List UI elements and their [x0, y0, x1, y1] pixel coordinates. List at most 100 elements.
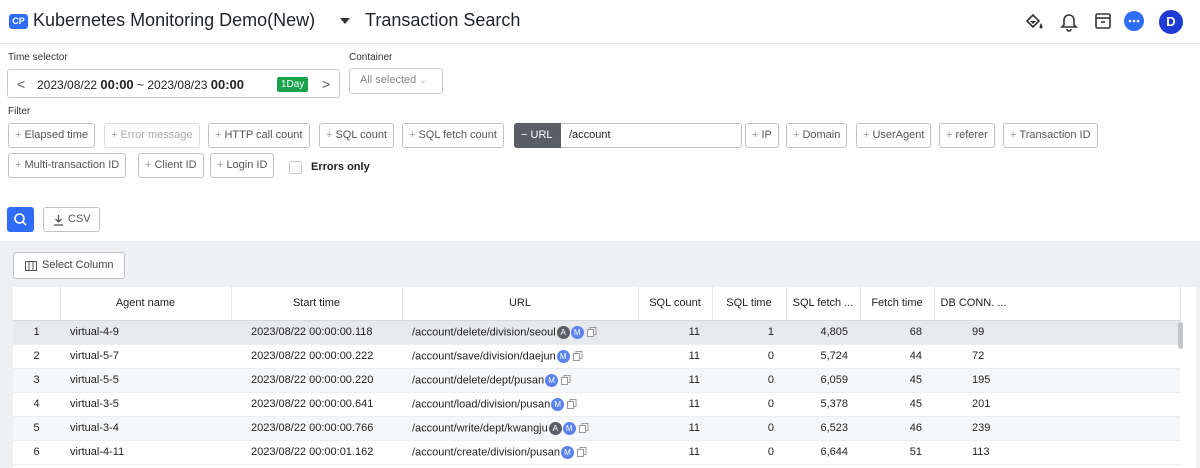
start-time-cell-text: 2023/08/22 00:00:00.220 — [251, 374, 374, 386]
column-header-db-conn[interactable]: DB CONN. ... — [934, 287, 1181, 321]
url-cell-text[interactable]: /account/delete/dept/pusan — [412, 374, 544, 386]
start-time-cell: 2023/08/22 00:00:00.641 — [231, 392, 402, 417]
range-badge[interactable]: 1Day — [277, 77, 309, 92]
container-select[interactable]: All selected ⌄ — [349, 68, 443, 94]
filter-chip-domain[interactable]: + Domain — [786, 123, 848, 148]
copy-icon[interactable] — [567, 399, 577, 409]
method-badge-icon: M — [545, 373, 559, 387]
time-selector[interactable]: < 2023/08/22 00:00 ~ 2023/08/23 00:00 1D… — [7, 69, 340, 98]
copy-icon[interactable] — [572, 351, 583, 361]
column-header-url[interactable]: URL — [402, 287, 639, 321]
errors-only-checkbox[interactable] — [289, 161, 302, 174]
url-cell-text[interactable]: /account/write/dept/kwangju — [412, 422, 548, 434]
db-conn-cell: 239 — [934, 416, 1180, 441]
url-filter-input[interactable]: /account — [561, 123, 742, 148]
table-row[interactable]: 5 virtual-3-4 2023/08/22 00:00:00.766/acco… — [13, 416, 1180, 441]
agent-name-cell-text: virtual-3-5 — [70, 398, 119, 410]
filter-chip-referer[interactable]: + referer — [939, 123, 995, 148]
archive-icon[interactable] — [1092, 10, 1114, 32]
filter-chip-error-message[interactable]: + Error message — [104, 123, 200, 148]
sql-count-cell-text: 11 — [688, 422, 700, 434]
container-select-value: All selected — [360, 74, 417, 86]
fetch-time-cell-text: 51 — [909, 446, 922, 458]
prev-range-button[interactable]: < — [17, 76, 25, 92]
paint-bucket-icon[interactable] — [1023, 10, 1045, 32]
url-cell-text[interactable]: /account/save/division/daejun — [412, 350, 556, 362]
copy-icon[interactable] — [561, 375, 571, 385]
filter-chip-label: Domain — [802, 129, 841, 141]
filter-chip-ip[interactable]: + IP — [745, 123, 779, 148]
table-row[interactable]: 4 virtual-3-5 2023/08/22 00:00:00.641/acco… — [13, 392, 1180, 417]
sql-time-cell: 1 — [712, 320, 786, 345]
chevron-down-icon[interactable] — [340, 18, 350, 24]
url-cell-text[interactable]: /account/delete/division/seoul — [412, 326, 556, 338]
sql-time-cell: 0 — [712, 392, 786, 417]
sql-time-cell: 0 — [712, 416, 786, 441]
plus-icon: + — [145, 159, 152, 171]
column-header-agent-name[interactable]: Agent name — [60, 287, 232, 321]
filter-chip-sql-count[interactable]: + SQL count — [319, 123, 395, 148]
filter-chip-label: HTTP call count — [224, 129, 303, 141]
start-time: 00:00 — [100, 77, 134, 92]
filter-label: Filter — [8, 106, 31, 117]
filter-chip-sql-fetch-count[interactable]: + SQL fetch count — [402, 123, 504, 148]
db-conn-cell-text: 239 — [972, 422, 991, 434]
table-row[interactable]: 6 virtual-4-11 2023/08/22 00:00:01.162/acc… — [13, 440, 1180, 465]
agent-name-cell-text: virtual-5-7 — [70, 350, 119, 362]
column-header-sql-time[interactable]: SQL time — [712, 287, 787, 321]
errors-only-label[interactable]: Errors only — [311, 161, 370, 173]
copy-icon[interactable] — [576, 447, 587, 457]
chat-icon[interactable] — [1123, 10, 1145, 32]
results-panel: Select Column Agent name Start time URL … — [0, 241, 1200, 468]
column-header-start-time[interactable]: Start time — [231, 287, 403, 321]
column-header-fetch-time[interactable]: Fetch time — [860, 287, 935, 321]
row-index-cell: 3 — [13, 368, 60, 393]
filter-chip-client-id[interactable]: + Client ID — [138, 153, 204, 178]
filter-chip-label: UserAgent — [872, 129, 925, 141]
filter-chip-useragent[interactable]: + UserAgent — [856, 123, 932, 148]
next-range-button[interactable]: > — [322, 76, 330, 92]
project-title[interactable]: Kubernetes Monitoring Demo(New) — [33, 10, 315, 31]
sql-time-cell-text: 1 — [767, 326, 774, 338]
agent-name-cell-text: virtual-3-4 — [70, 422, 119, 434]
user-avatar[interactable]: D — [1159, 10, 1183, 34]
start-time-cell-text: 2023/08/22 00:00:01.162 — [251, 446, 374, 458]
filter-chip-label: referer — [955, 129, 988, 141]
agent-name-cell: virtual-3-4 — [60, 416, 231, 441]
row-index-cell-text: 6 — [33, 446, 40, 458]
column-header-sql-count[interactable]: SQL count — [638, 287, 713, 321]
select-column-button[interactable]: Select Column — [13, 252, 125, 279]
time-range-text[interactable]: 2023/08/22 00:00 ~ 2023/08/23 00:00 — [37, 77, 244, 92]
table-row[interactable]: 1 virtual-4-9 2023/08/22 00:00:00.118/acco… — [13, 320, 1180, 345]
table-row[interactable]: 3 virtual-5-5 2023/08/22 00:00:00.220/acco… — [13, 368, 1180, 393]
start-time-cell-text: 2023/08/22 00:00:00.766 — [251, 422, 374, 434]
db-conn-cell: 201 — [934, 392, 1180, 417]
url-cell-text[interactable]: /account/load/division/pusan — [412, 398, 550, 410]
row-index-cell: 1 — [13, 320, 60, 345]
container-label: Container — [349, 52, 393, 63]
csv-download-button[interactable]: CSV — [43, 207, 100, 232]
plus-icon: + — [946, 129, 953, 141]
copy-icon[interactable] — [578, 423, 589, 433]
end-date: 2023/08/23 — [147, 78, 208, 92]
fetch-time-cell: 44 — [860, 344, 934, 369]
bell-icon[interactable] — [1058, 10, 1080, 32]
row-index-cell: 2 — [13, 344, 60, 369]
filter-chip-elapsed-time[interactable]: + Elapsed time — [8, 123, 96, 148]
table-row[interactable]: 2 virtual-5-7 2023/08/22 00:00:00.222/acco… — [13, 344, 1180, 369]
sql-count-cell-text: 11 — [688, 350, 700, 362]
table-scrollbar[interactable] — [1178, 322, 1183, 349]
filter-chip-http-call-count[interactable]: + HTTP call count — [208, 123, 310, 148]
filter-chip-multi-transaction-id[interactable]: + Multi-transaction ID — [8, 153, 127, 178]
plus-icon: + — [15, 129, 22, 141]
filter-chip-transaction-id[interactable]: + Transaction ID — [1003, 123, 1098, 148]
filter-chip-login-id[interactable]: + Login ID — [210, 153, 275, 178]
row-index-cell-text: 1 — [33, 326, 40, 338]
copy-icon[interactable] — [586, 327, 597, 337]
column-header-sql-fetch[interactable]: SQL fetch ... — [786, 287, 861, 321]
url-cell-text[interactable]: /account/create/division/pusan — [412, 446, 560, 458]
method-badge-icon: M — [551, 397, 565, 411]
filter-chip-url-active[interactable]: − URL — [514, 123, 561, 148]
search-button[interactable] — [7, 207, 34, 232]
sql-fetch-cell: 4,805 — [786, 320, 860, 345]
